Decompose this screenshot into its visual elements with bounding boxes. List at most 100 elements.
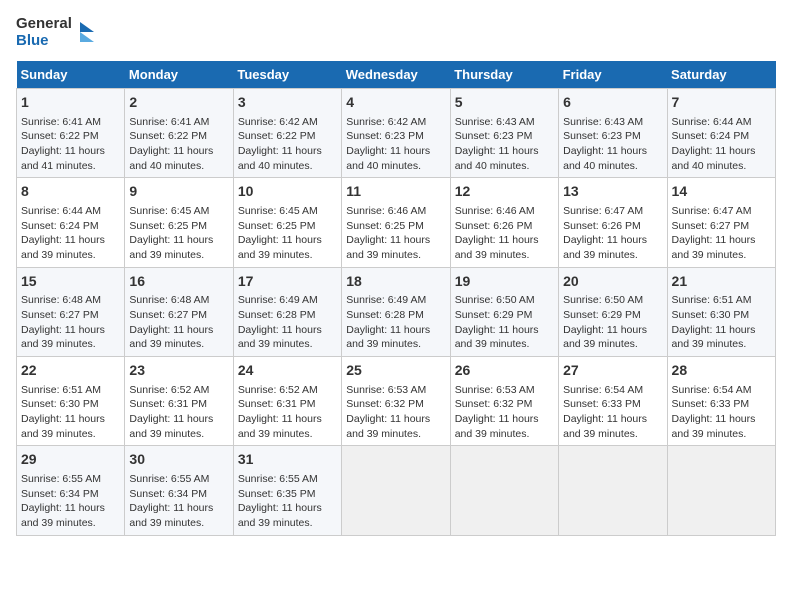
cell-content: Sunrise: 6:53 AMSunset: 6:32 PMDaylight:… <box>346 383 445 442</box>
calendar-cell: 28Sunrise: 6:54 AMSunset: 6:33 PMDayligh… <box>667 357 775 446</box>
day-number: 21 <box>672 272 771 292</box>
cell-content: Sunrise: 6:55 AMSunset: 6:34 PMDaylight:… <box>129 472 228 531</box>
calendar-week-2: 8Sunrise: 6:44 AMSunset: 6:24 PMDaylight… <box>17 178 776 267</box>
calendar-cell: 3Sunrise: 6:42 AMSunset: 6:22 PMDaylight… <box>233 89 341 178</box>
cell-content: Sunrise: 6:48 AMSunset: 6:27 PMDaylight:… <box>21 293 120 352</box>
calendar-cell: 24Sunrise: 6:52 AMSunset: 6:31 PMDayligh… <box>233 357 341 446</box>
calendar-cell: 22Sunrise: 6:51 AMSunset: 6:30 PMDayligh… <box>17 357 125 446</box>
calendar-table: SundayMondayTuesdayWednesdayThursdayFrid… <box>16 61 776 536</box>
cell-content: Sunrise: 6:55 AMSunset: 6:34 PMDaylight:… <box>21 472 120 531</box>
cell-content: Sunrise: 6:42 AMSunset: 6:22 PMDaylight:… <box>238 115 337 174</box>
calendar-cell: 31Sunrise: 6:55 AMSunset: 6:35 PMDayligh… <box>233 446 341 535</box>
calendar-cell: 14Sunrise: 6:47 AMSunset: 6:27 PMDayligh… <box>667 178 775 267</box>
calendar-week-1: 1Sunrise: 6:41 AMSunset: 6:22 PMDaylight… <box>17 89 776 178</box>
cell-content: Sunrise: 6:52 AMSunset: 6:31 PMDaylight:… <box>238 383 337 442</box>
day-number: 25 <box>346 361 445 381</box>
calendar-cell: 18Sunrise: 6:49 AMSunset: 6:28 PMDayligh… <box>342 267 450 356</box>
calendar-cell: 7Sunrise: 6:44 AMSunset: 6:24 PMDaylight… <box>667 89 775 178</box>
cell-content: Sunrise: 6:54 AMSunset: 6:33 PMDaylight:… <box>563 383 662 442</box>
day-number: 10 <box>238 182 337 202</box>
cell-content: Sunrise: 6:51 AMSunset: 6:30 PMDaylight:… <box>672 293 771 352</box>
cell-content: Sunrise: 6:44 AMSunset: 6:24 PMDaylight:… <box>672 115 771 174</box>
cell-content: Sunrise: 6:49 AMSunset: 6:28 PMDaylight:… <box>238 293 337 352</box>
calendar-cell: 16Sunrise: 6:48 AMSunset: 6:27 PMDayligh… <box>125 267 233 356</box>
day-number: 14 <box>672 182 771 202</box>
day-number: 24 <box>238 361 337 381</box>
calendar-body: 1Sunrise: 6:41 AMSunset: 6:22 PMDaylight… <box>17 89 776 536</box>
calendar-cell: 15Sunrise: 6:48 AMSunset: 6:27 PMDayligh… <box>17 267 125 356</box>
day-number: 7 <box>672 93 771 113</box>
calendar-cell: 29Sunrise: 6:55 AMSunset: 6:34 PMDayligh… <box>17 446 125 535</box>
cell-content: Sunrise: 6:45 AMSunset: 6:25 PMDaylight:… <box>238 204 337 263</box>
day-number: 4 <box>346 93 445 113</box>
calendar-cell: 21Sunrise: 6:51 AMSunset: 6:30 PMDayligh… <box>667 267 775 356</box>
cell-content: Sunrise: 6:52 AMSunset: 6:31 PMDaylight:… <box>129 383 228 442</box>
day-number: 26 <box>455 361 554 381</box>
calendar-cell: 4Sunrise: 6:42 AMSunset: 6:23 PMDaylight… <box>342 89 450 178</box>
day-number: 13 <box>563 182 662 202</box>
cell-content: Sunrise: 6:44 AMSunset: 6:24 PMDaylight:… <box>21 204 120 263</box>
calendar-cell: 20Sunrise: 6:50 AMSunset: 6:29 PMDayligh… <box>559 267 667 356</box>
day-number: 6 <box>563 93 662 113</box>
calendar-cell: 6Sunrise: 6:43 AMSunset: 6:23 PMDaylight… <box>559 89 667 178</box>
calendar-cell: 30Sunrise: 6:55 AMSunset: 6:34 PMDayligh… <box>125 446 233 535</box>
logo: General Blue <box>16 16 96 49</box>
cell-content: Sunrise: 6:49 AMSunset: 6:28 PMDaylight:… <box>346 293 445 352</box>
calendar-cell <box>342 446 450 535</box>
page-header: General Blue <box>16 16 776 49</box>
day-number: 29 <box>21 450 120 470</box>
cell-content: Sunrise: 6:46 AMSunset: 6:26 PMDaylight:… <box>455 204 554 263</box>
day-header-monday: Monday <box>125 61 233 89</box>
calendar-cell: 23Sunrise: 6:52 AMSunset: 6:31 PMDayligh… <box>125 357 233 446</box>
calendar-week-4: 22Sunrise: 6:51 AMSunset: 6:30 PMDayligh… <box>17 357 776 446</box>
cell-content: Sunrise: 6:50 AMSunset: 6:29 PMDaylight:… <box>563 293 662 352</box>
day-number: 18 <box>346 272 445 292</box>
day-number: 17 <box>238 272 337 292</box>
cell-content: Sunrise: 6:51 AMSunset: 6:30 PMDaylight:… <box>21 383 120 442</box>
calendar-cell: 2Sunrise: 6:41 AMSunset: 6:22 PMDaylight… <box>125 89 233 178</box>
calendar-week-5: 29Sunrise: 6:55 AMSunset: 6:34 PMDayligh… <box>17 446 776 535</box>
day-number: 20 <box>563 272 662 292</box>
calendar-header-row: SundayMondayTuesdayWednesdayThursdayFrid… <box>17 61 776 89</box>
calendar-cell: 26Sunrise: 6:53 AMSunset: 6:32 PMDayligh… <box>450 357 558 446</box>
cell-content: Sunrise: 6:54 AMSunset: 6:33 PMDaylight:… <box>672 383 771 442</box>
calendar-cell: 17Sunrise: 6:49 AMSunset: 6:28 PMDayligh… <box>233 267 341 356</box>
calendar-cell: 1Sunrise: 6:41 AMSunset: 6:22 PMDaylight… <box>17 89 125 178</box>
day-number: 28 <box>672 361 771 381</box>
calendar-cell: 27Sunrise: 6:54 AMSunset: 6:33 PMDayligh… <box>559 357 667 446</box>
day-number: 16 <box>129 272 228 292</box>
calendar-cell: 19Sunrise: 6:50 AMSunset: 6:29 PMDayligh… <box>450 267 558 356</box>
calendar-cell: 11Sunrise: 6:46 AMSunset: 6:25 PMDayligh… <box>342 178 450 267</box>
calendar-week-3: 15Sunrise: 6:48 AMSunset: 6:27 PMDayligh… <box>17 267 776 356</box>
day-header-wednesday: Wednesday <box>342 61 450 89</box>
day-number: 9 <box>129 182 228 202</box>
calendar-cell: 8Sunrise: 6:44 AMSunset: 6:24 PMDaylight… <box>17 178 125 267</box>
calendar-cell: 25Sunrise: 6:53 AMSunset: 6:32 PMDayligh… <box>342 357 450 446</box>
day-number: 15 <box>21 272 120 292</box>
calendar-cell: 10Sunrise: 6:45 AMSunset: 6:25 PMDayligh… <box>233 178 341 267</box>
cell-content: Sunrise: 6:45 AMSunset: 6:25 PMDaylight:… <box>129 204 228 263</box>
cell-content: Sunrise: 6:43 AMSunset: 6:23 PMDaylight:… <box>563 115 662 174</box>
day-number: 31 <box>238 450 337 470</box>
day-number: 1 <box>21 93 120 113</box>
cell-content: Sunrise: 6:48 AMSunset: 6:27 PMDaylight:… <box>129 293 228 352</box>
calendar-cell: 9Sunrise: 6:45 AMSunset: 6:25 PMDaylight… <box>125 178 233 267</box>
cell-content: Sunrise: 6:47 AMSunset: 6:26 PMDaylight:… <box>563 204 662 263</box>
day-number: 22 <box>21 361 120 381</box>
day-number: 27 <box>563 361 662 381</box>
cell-content: Sunrise: 6:41 AMSunset: 6:22 PMDaylight:… <box>21 115 120 174</box>
day-header-thursday: Thursday <box>450 61 558 89</box>
day-number: 2 <box>129 93 228 113</box>
calendar-cell: 12Sunrise: 6:46 AMSunset: 6:26 PMDayligh… <box>450 178 558 267</box>
calendar-cell <box>667 446 775 535</box>
cell-content: Sunrise: 6:53 AMSunset: 6:32 PMDaylight:… <box>455 383 554 442</box>
day-header-friday: Friday <box>559 61 667 89</box>
logo-bird-icon <box>74 18 96 48</box>
calendar-cell <box>450 446 558 535</box>
cell-content: Sunrise: 6:47 AMSunset: 6:27 PMDaylight:… <box>672 204 771 263</box>
calendar-cell: 13Sunrise: 6:47 AMSunset: 6:26 PMDayligh… <box>559 178 667 267</box>
day-number: 19 <box>455 272 554 292</box>
cell-content: Sunrise: 6:55 AMSunset: 6:35 PMDaylight:… <box>238 472 337 531</box>
day-header-sunday: Sunday <box>17 61 125 89</box>
day-number: 3 <box>238 93 337 113</box>
